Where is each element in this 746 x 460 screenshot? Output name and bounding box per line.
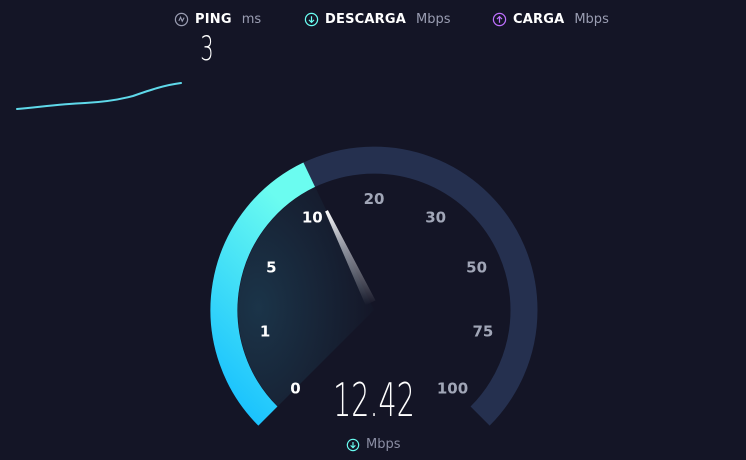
speed-unit-label: Mbps xyxy=(366,437,401,452)
gauge-tick-1: 1 xyxy=(260,323,270,341)
download-icon xyxy=(346,438,360,451)
current-speed-unit: Mbps xyxy=(346,437,401,452)
gauge-tick-0: 0 xyxy=(290,380,300,398)
gauge-tick-10: 10 xyxy=(302,209,323,227)
gauge-tick-75: 75 xyxy=(472,323,493,341)
gauge-tick-30: 30 xyxy=(425,209,446,227)
gauge-tick-20: 20 xyxy=(364,190,385,208)
current-speed-value: 12.42 xyxy=(333,373,415,427)
gauge-tick-100: 100 xyxy=(437,380,468,398)
gauge-tick-5: 5 xyxy=(266,259,276,277)
gauge-tick-50: 50 xyxy=(466,259,487,277)
